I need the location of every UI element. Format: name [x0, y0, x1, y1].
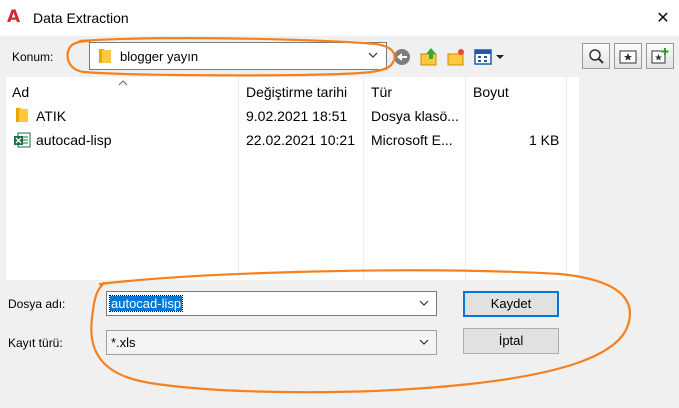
column-divider	[566, 77, 567, 280]
column-divider	[238, 77, 239, 280]
sort-ascending-icon	[117, 76, 129, 90]
list-item-type: Dosya klasö...	[371, 108, 459, 124]
list-item-modified: 22.02.2021 10:21	[246, 132, 355, 148]
filetype-label: Kayıt türü:	[8, 336, 63, 350]
list-item-modified: 9.02.2021 18:51	[246, 108, 348, 124]
close-button[interactable]: ✕	[648, 4, 678, 32]
column-header-modified[interactable]: Değiştirme tarihi	[246, 84, 347, 100]
chevron-down-icon[interactable]	[366, 48, 380, 62]
column-header-type[interactable]: Tür	[371, 84, 392, 100]
column-header-name[interactable]: Ad	[12, 84, 29, 100]
filetype-value: *.xls	[111, 335, 136, 350]
views-menu-icon[interactable]	[472, 46, 508, 68]
list-item-name[interactable]: ATIK	[36, 108, 66, 124]
window-title: Data Extraction	[33, 10, 129, 26]
save-button[interactable]: Kaydet	[463, 291, 559, 317]
new-folder-icon[interactable]	[445, 46, 467, 68]
excel-file-icon	[13, 131, 31, 152]
location-value: blogger yayın	[120, 49, 199, 64]
filename-value[interactable]: autocad-lisp	[108, 295, 184, 312]
chevron-down-icon[interactable]	[417, 296, 431, 313]
location-label: Konum:	[12, 50, 54, 64]
filetype-dropdown[interactable]	[106, 330, 437, 355]
column-divider	[465, 77, 466, 280]
column-header-size[interactable]: Boyut	[473, 84, 509, 100]
search-web-icon[interactable]	[582, 43, 610, 69]
column-divider	[363, 77, 364, 280]
chevron-down-icon[interactable]	[417, 335, 431, 352]
add-favorite-icon[interactable]	[646, 43, 674, 69]
back-icon[interactable]	[391, 46, 413, 68]
app-logo-icon: A	[7, 7, 21, 27]
folder-icon	[15, 107, 29, 126]
filename-label: Dosya adı:	[8, 297, 66, 311]
up-folder-icon[interactable]	[418, 46, 440, 68]
list-item-size: 1 KB	[529, 132, 560, 148]
folder-icon	[98, 48, 112, 67]
list-item-type: Microsoft E...	[371, 132, 453, 148]
cancel-button[interactable]: İptal	[463, 328, 559, 354]
favorites-icon[interactable]	[614, 43, 642, 69]
list-item-name[interactable]: autocad-lisp	[36, 132, 112, 148]
